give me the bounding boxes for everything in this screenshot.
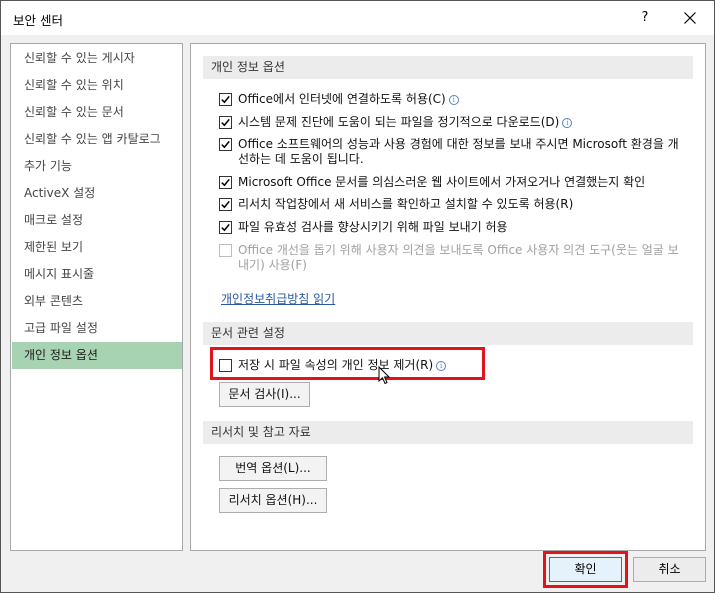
check-icon xyxy=(221,118,230,127)
translation-options-button[interactable]: 번역 옵션(L)... xyxy=(219,456,327,481)
file-validation-option[interactable]: 파일 유효성 검사를 향상시키기 위해 파일 보내기 허용 xyxy=(219,220,689,235)
checkbox[interactable] xyxy=(219,116,232,129)
trust-center-dialog: 보안 센터 ? 신뢰할 수 있는 게시자 신뢰할 수 있는 위치 신뢰할 수 있… xyxy=(0,0,715,593)
check-icon xyxy=(221,223,230,232)
research-options-button[interactable]: 리서치 옵션(H)... xyxy=(219,488,327,513)
sidebar-item-trusted-documents[interactable]: 신뢰할 수 있는 문서 xyxy=(12,100,182,125)
allow-internet-option[interactable]: Office에서 인터넷에 연결하도록 허용(C) i xyxy=(219,92,689,107)
send-a-smile-option: Office 개선을 돕기 위해 사용자 의견을 보내도록 Office 사용자… xyxy=(219,243,689,273)
check-icon xyxy=(221,140,230,149)
info-icon[interactable]: i xyxy=(448,95,459,105)
document-section-header: 문서 관련 설정 xyxy=(203,322,693,345)
option-label: Office 개선을 돕기 위해 사용자 의견을 보내도록 Office 사용자… xyxy=(238,243,679,272)
close-icon xyxy=(684,12,696,24)
cancel-button[interactable]: 취소 xyxy=(633,557,706,582)
mouse-cursor-icon xyxy=(378,366,390,385)
sidebar-item-file-block[interactable]: 고급 파일 설정 xyxy=(12,316,182,341)
research-section-header: 리서치 및 참고 자료 xyxy=(203,421,693,444)
dialog-title: 보안 센터 xyxy=(13,13,63,28)
checkbox xyxy=(219,244,232,257)
checkbox[interactable] xyxy=(219,176,232,189)
check-icon xyxy=(221,95,230,104)
privacy-options-panel: 개인 정보 옵션 Office에서 인터넷에 연결하도록 허용(C) i 시스템 … xyxy=(190,43,706,551)
check-icon xyxy=(221,178,230,187)
option-label: Office에서 인터넷에 연결하도록 허용(C) xyxy=(238,92,446,106)
send-usage-info-option[interactable]: Office 소프트웨어의 성능과 사용 경험에 대한 정보를 보내 주시면 M… xyxy=(219,137,689,167)
title-bar: 보안 센터 ? xyxy=(1,1,714,35)
sidebar-item-protected-view[interactable]: 제한된 보기 xyxy=(12,235,182,260)
category-sidebar: 신뢰할 수 있는 게시자 신뢰할 수 있는 위치 신뢰할 수 있는 문서 신뢰할… xyxy=(10,43,183,551)
research-services-option[interactable]: 리서치 작업창에서 새 서비스를 확인하고 설치할 수 있도록 허용(R) xyxy=(219,197,689,212)
checkbox[interactable] xyxy=(219,93,232,106)
checkbox[interactable] xyxy=(219,221,232,234)
sidebar-item-macro[interactable]: 매크로 설정 xyxy=(12,208,182,233)
sidebar-item-message-bar[interactable]: 메시지 표시줄 xyxy=(12,262,182,287)
info-icon[interactable]: i xyxy=(562,118,573,128)
check-icon xyxy=(221,200,230,209)
sidebar-item-add-ins[interactable]: 추가 기능 xyxy=(12,154,182,179)
sidebar-item-trusted-locations[interactable]: 신뢰할 수 있는 위치 xyxy=(12,73,182,98)
check-suspicious-sites-option[interactable]: Microsoft Office 문서를 의심스러운 웹 사이트에서 가져오거나… xyxy=(219,175,689,190)
sidebar-item-activex[interactable]: ActiveX 설정 xyxy=(12,181,182,206)
close-button[interactable] xyxy=(673,3,707,33)
sidebar-item-privacy-options[interactable]: 개인 정보 옵션 xyxy=(12,342,182,369)
privacy-section-header: 개인 정보 옵션 xyxy=(203,56,693,79)
inspect-document-button[interactable]: 문서 검사(I)... xyxy=(219,382,310,407)
remove-personal-info-highlight xyxy=(210,347,485,380)
option-label: 리서치 작업창에서 새 서비스를 확인하고 설치할 수 있도록 허용(R) xyxy=(238,197,574,211)
option-label: 파일 유효성 검사를 향상시키기 위해 파일 보내기 허용 xyxy=(238,220,508,234)
checkbox[interactable] xyxy=(219,198,232,211)
help-button[interactable]: ? xyxy=(630,3,660,33)
ok-button-highlight xyxy=(543,551,628,588)
sidebar-item-trusted-publishers[interactable]: 신뢰할 수 있는 게시자 xyxy=(12,46,182,71)
option-label: 시스템 문제 진단에 도움이 되는 파일을 정기적으로 다운로드(D) xyxy=(238,115,560,129)
download-diagnostics-option[interactable]: 시스템 문제 진단에 도움이 되는 파일을 정기적으로 다운로드(D) i xyxy=(219,115,689,130)
checkbox[interactable] xyxy=(219,138,232,151)
sidebar-item-trusted-app-catalogs[interactable]: 신뢰할 수 있는 앱 카탈로그 xyxy=(12,127,182,152)
option-label: Office 소프트웨어의 성능과 사용 경험에 대한 정보를 보내 주시면 M… xyxy=(238,137,679,166)
privacy-statement-link[interactable]: 개인정보취급방침 읽기 xyxy=(221,290,335,307)
sidebar-item-external-content[interactable]: 외부 콘텐츠 xyxy=(12,289,182,314)
option-label: Microsoft Office 문서를 의심스러운 웹 사이트에서 가져오거나… xyxy=(238,175,646,189)
